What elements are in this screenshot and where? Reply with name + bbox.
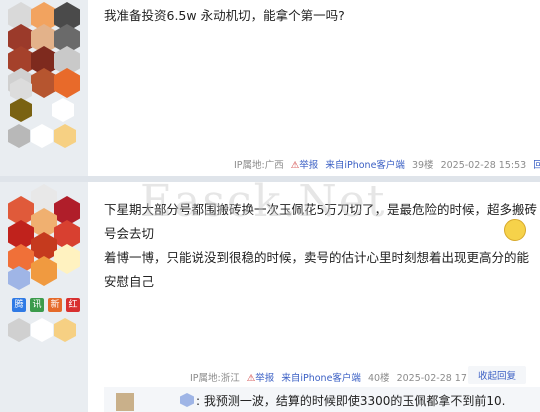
client-source[interactable]: 来自iPhone客户端 [281,373,361,384]
user-sidebar: 腾 讯 新 红 [0,0,88,412]
smiley-emoji-icon [504,219,526,241]
reply-box: : 我预测一波，结算的时候即使3300的玉佩都拿不到前10. [104,387,540,412]
collapse-replies-button[interactable]: 收起回复 [468,366,527,384]
reply-link[interactable]: 回复 [533,160,540,171]
badge: 讯 [30,298,44,312]
post-content: 下星期大部分号都围搬砖换一次玉佩花5万刀切了，是最危险的时候，超多搬砖号会去切 … [104,198,540,294]
reply-text: : 我预测一波，结算的时候即使3300的玉佩都拿不到前10. [196,394,506,408]
badge: 红 [66,298,80,312]
post-content: 我准备投资6.5w 永动机切，能拿个第一吗? [104,8,345,23]
report-link[interactable]: 举报 [299,160,318,171]
collapse-replies-label[interactable]: 收起回复 [478,371,516,382]
post-meta: IP属地:广西 ⚠举报 来自iPhone客户端 39楼 2025-02-28 1… [234,157,540,171]
post-time: 2025-02-28 15:53 [440,160,527,171]
reply-avatar[interactable] [116,393,134,411]
post-line: 下星期大部分号都围搬砖换一次玉佩花5万刀切了，是最危险的时候，超多搬砖号会去切 [104,202,537,241]
floor-number: 39楼 [411,160,434,171]
report-link[interactable]: 举报 [255,373,274,384]
floor-number: 40楼 [367,373,390,384]
ip-location: IP属地:浙江 [190,373,240,384]
client-source[interactable]: 来自iPhone客户端 [325,160,405,171]
post-divider [0,176,540,182]
badge: 新 [48,298,62,312]
post-line: 着博一博，只能说没到很稳的时候，卖号的估计心里时刻想着出现更高分的能安慰自己 [104,250,530,289]
badge: 腾 [12,298,26,312]
ip-location: IP属地:广西 [234,160,284,171]
reply-user-badge [180,393,194,407]
post-meta: IP属地:浙江 ⚠举报 来自iPhone客户端 40楼 2025-02-28 1… [190,370,482,384]
